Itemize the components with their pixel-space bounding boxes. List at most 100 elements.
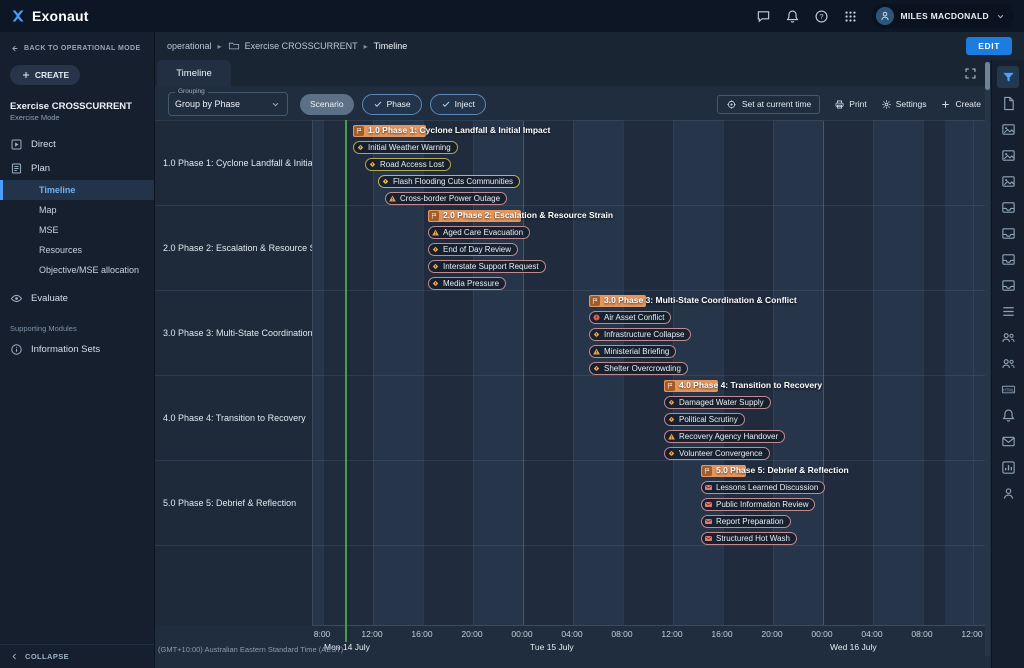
inject-label: Report Preparation xyxy=(716,517,784,526)
triangle-icon xyxy=(431,228,440,237)
rail-rows-button[interactable] xyxy=(997,300,1019,322)
rail-tray-button[interactable] xyxy=(997,222,1019,244)
create-button[interactable]: CREATE xyxy=(10,65,80,85)
sidebar-item-information-sets[interactable]: Information Sets xyxy=(0,337,154,361)
user-menu[interactable]: MILES MACDONALD xyxy=(872,4,1014,28)
inject-item[interactable]: Structured Hot Wash xyxy=(701,532,797,545)
create-inject-button[interactable]: Create xyxy=(940,99,981,110)
set-current-time-button[interactable]: Set at current time xyxy=(717,95,820,114)
sidebar-item-direct[interactable]: Direct xyxy=(0,132,154,156)
sidebar-item-timeline[interactable]: Timeline xyxy=(0,180,154,200)
plan-submenu: TimelineMapMSEResourcesObjective/MSE all… xyxy=(0,180,154,280)
plus-icon xyxy=(21,70,31,80)
rail-bell-button[interactable] xyxy=(997,404,1019,426)
bell-icon xyxy=(1001,408,1016,423)
gear-icon xyxy=(881,99,892,110)
avatar xyxy=(876,7,894,25)
inject-item[interactable]: Public Information Review xyxy=(701,498,815,511)
current-time-line[interactable] xyxy=(345,120,347,642)
rail-image-button[interactable] xyxy=(997,118,1019,140)
sidebar-item-resources[interactable]: Resources xyxy=(0,240,154,260)
sidebar-item-label: Information Sets xyxy=(31,344,100,355)
inject-item[interactable]: Political Scrutiny xyxy=(664,413,745,426)
inject-type-icon xyxy=(667,398,676,407)
rail-html-button[interactable]: HTML xyxy=(997,378,1019,400)
tab-bar: Timeline xyxy=(155,60,991,86)
inject-item[interactable]: Flash Flooding Cuts Communities xyxy=(378,175,520,188)
triangle-icon xyxy=(592,347,601,356)
rail-mail-button[interactable] xyxy=(997,430,1019,452)
rail-file-button[interactable] xyxy=(997,92,1019,114)
breadcrumb-item[interactable]: Exercise CROSSCURRENT xyxy=(228,40,358,52)
inject-item[interactable]: Recovery Agency Handover xyxy=(664,430,785,443)
inject-label: Political Scrutiny xyxy=(679,415,738,424)
inject-item[interactable]: Report Preparation xyxy=(701,515,791,528)
rail-image-button[interactable] xyxy=(997,170,1019,192)
sidebar-item-plan[interactable]: Plan xyxy=(0,156,154,180)
sidebar-item-mse[interactable]: MSE xyxy=(0,220,154,240)
sidebar-item-evaluate[interactable]: Evaluate xyxy=(0,286,154,310)
collapse-sidebar-button[interactable]: COLLAPSE xyxy=(0,644,154,668)
rail-chart-button[interactable] xyxy=(997,456,1019,478)
inject-item[interactable]: Initial Weather Warning xyxy=(353,141,458,154)
inject-item[interactable]: Volunteer Convergence xyxy=(664,447,770,460)
sidebar-item-objective-mse-allocation[interactable]: Objective/MSE allocation xyxy=(0,260,154,280)
sidebar-item-map[interactable]: Map xyxy=(0,200,154,220)
rail-users-button[interactable] xyxy=(997,352,1019,374)
breadcrumb-separator: ▸ xyxy=(218,42,222,51)
help-button[interactable]: ? xyxy=(814,9,829,24)
inject-item[interactable]: Infrastructure Collapse xyxy=(589,328,691,341)
inject-item[interactable]: Lessons Learned Discussion xyxy=(701,481,825,494)
inject-item[interactable]: Ministerial Briefing xyxy=(589,345,676,358)
grouping-select[interactable]: Grouping Group by Phase xyxy=(168,92,288,116)
chip-phase[interactable]: Phase xyxy=(362,94,422,115)
rail-image-button[interactable] xyxy=(997,144,1019,166)
rail-users-button[interactable] xyxy=(997,326,1019,348)
chip-scenario[interactable]: Scenario xyxy=(300,94,354,115)
axis-tick-label: 04:00 xyxy=(561,629,582,639)
breadcrumb-item[interactable]: operational xyxy=(167,41,212,51)
breadcrumb-separator: ▸ xyxy=(364,42,368,51)
axis-day-label: Tue 15 July xyxy=(530,642,574,652)
inject-item[interactable]: Aged Care Evacuation xyxy=(428,226,530,239)
chip-inject[interactable]: Inject xyxy=(430,94,486,115)
time-axis: 8:0012:0016:0020:0000:0004:0008:0012:001… xyxy=(312,625,985,657)
inject-item[interactable]: Road Access Lost xyxy=(365,158,451,171)
inject-item[interactable]: Interstate Support Request xyxy=(428,260,546,273)
inject-item[interactable]: Media Pressure xyxy=(428,277,506,290)
chat-button[interactable] xyxy=(756,9,771,24)
axis-day-label: Wed 16 July xyxy=(830,642,877,652)
edit-button[interactable]: EDIT xyxy=(966,37,1012,55)
inject-item[interactable]: Shelter Overcrowding xyxy=(589,362,688,375)
axis-tick-label: 08:00 xyxy=(611,629,632,639)
diamond-icon xyxy=(592,330,601,339)
svg-text:?: ? xyxy=(820,12,824,21)
rail-tray-button[interactable] xyxy=(997,248,1019,270)
app-logo[interactable]: Exonaut xyxy=(10,8,89,24)
inject-type-icon xyxy=(592,364,601,373)
print-button[interactable]: Print xyxy=(834,99,866,110)
bell-button[interactable] xyxy=(785,9,800,24)
phase-row: 4.0 Phase 4: Transition to RecoveryDamag… xyxy=(313,376,985,461)
tab-timeline[interactable]: Timeline xyxy=(157,60,231,86)
rail-tray-button[interactable] xyxy=(997,196,1019,218)
inject-item[interactable]: Cross-border Power Outage xyxy=(385,192,507,205)
vertical-scrollbar[interactable] xyxy=(985,62,990,656)
breadcrumb-item[interactable]: Timeline xyxy=(374,41,408,51)
back-to-operational-link[interactable]: BACK TO OPERATIONAL MODE xyxy=(0,32,154,61)
inject-label: Cross-border Power Outage xyxy=(400,194,500,203)
rail-filter-button[interactable] xyxy=(997,66,1019,88)
inject-item[interactable]: End of Day Review xyxy=(428,243,518,256)
rail-tray-button[interactable] xyxy=(997,274,1019,296)
timeline-plot[interactable]: 1.0 Phase 1: Cyclone Landfall & Initial … xyxy=(312,120,985,625)
inject-item[interactable]: Air Asset Conflict xyxy=(589,311,671,324)
rail-person-button[interactable] xyxy=(997,482,1019,504)
fullscreen-button[interactable] xyxy=(964,67,977,80)
scrollbar-thumb[interactable] xyxy=(985,62,990,90)
image-icon xyxy=(1001,122,1016,137)
inject-item[interactable]: Damaged Water Supply xyxy=(664,396,771,409)
apps-button[interactable] xyxy=(843,9,858,24)
settings-button[interactable]: Settings xyxy=(881,99,927,110)
image-icon xyxy=(1001,174,1016,189)
flag-icon xyxy=(591,297,599,305)
